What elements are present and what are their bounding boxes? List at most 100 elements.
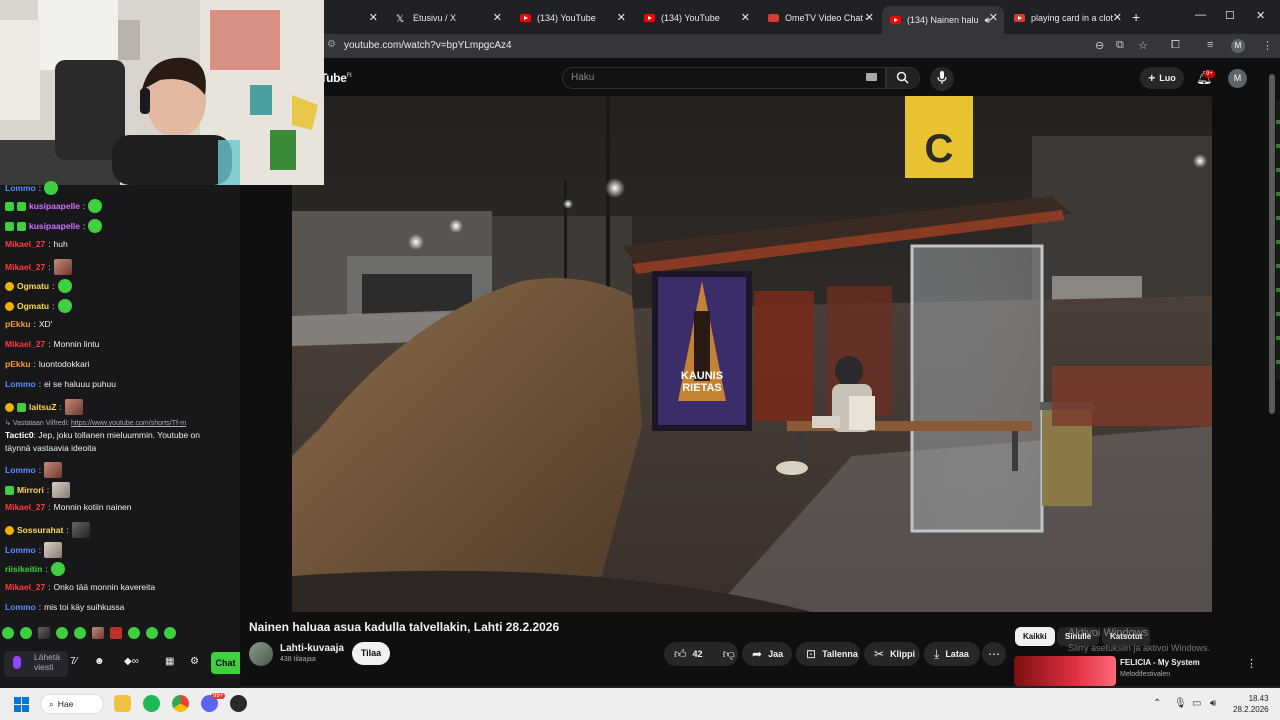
chat-username[interactable]: Mikael_27 xyxy=(5,502,45,512)
close-window-icon[interactable]: ✕ xyxy=(1256,9,1265,22)
download-button[interactable]: ⤓ Lataa xyxy=(924,642,980,666)
emote-icon[interactable] xyxy=(56,627,68,639)
channel-avatar[interactable] xyxy=(249,642,273,666)
emote-icon[interactable] xyxy=(128,627,140,639)
bits-icon[interactable]: ◆∞ xyxy=(124,656,139,667)
tab-close-icon[interactable]: ✕ xyxy=(1113,11,1122,24)
url-field[interactable]: youtube.com/watch?v=bpYLmpgcAz4 xyxy=(344,40,512,51)
chat-username[interactable]: Lommo xyxy=(5,379,36,389)
like-count[interactable]: 42 xyxy=(693,649,703,659)
chat-emote-icon[interactable] xyxy=(44,181,59,195)
chat-emote-icon[interactable] xyxy=(88,199,103,213)
chat-username[interactable]: Tactic0 xyxy=(5,430,34,440)
youtube-account-avatar[interactable]: M xyxy=(1228,69,1247,88)
chat-emote-icon[interactable] xyxy=(53,259,72,275)
chat-username[interactable]: laitsuZ xyxy=(29,402,56,412)
tab-close-icon[interactable]: ✕ xyxy=(369,11,378,24)
tab-6[interactable]: playing card in a clot ✕ xyxy=(1006,6,1128,30)
keyboard-icon[interactable] xyxy=(866,73,877,81)
recommendation-title[interactable]: FELICIA - My System xyxy=(1120,658,1200,667)
tab-1[interactable]: 𝕏 Etusivu / X ✕ xyxy=(388,6,508,30)
chat-username[interactable]: Sossurahat xyxy=(17,525,63,535)
chat-badge-icon[interactable] xyxy=(5,281,14,291)
channel-name[interactable]: Lahti-kuvaaja xyxy=(280,643,344,654)
zoom-icon[interactable]: ⊖ xyxy=(1095,39,1104,52)
taskbar-search[interactable]: ⌕ Hae xyxy=(40,694,104,714)
chat-username[interactable]: Lommo xyxy=(5,465,36,475)
chat-username[interactable]: kusipaapelle xyxy=(29,221,80,231)
create-button[interactable]: + Luo xyxy=(1140,67,1184,89)
chat-username[interactable]: Lommo xyxy=(5,602,36,612)
chat-badge-icon[interactable] xyxy=(17,201,26,211)
chat-badge-icon[interactable] xyxy=(5,485,14,495)
search-box[interactable] xyxy=(562,67,886,89)
tab-close-icon[interactable]: ✕ xyxy=(741,11,750,24)
browser-profile-avatar[interactable]: M xyxy=(1231,39,1245,53)
new-tab-icon[interactable]: + xyxy=(1132,9,1140,25)
chat-emote-icon[interactable] xyxy=(57,279,72,293)
tab-0[interactable]: ✕ xyxy=(324,6,384,30)
chat-badge-icon[interactable] xyxy=(5,221,14,231)
chat-username[interactable]: Mikael_27 xyxy=(5,239,45,249)
chat-badge-icon[interactable] xyxy=(17,402,26,412)
emote-icon[interactable] xyxy=(2,627,14,639)
chat-badge-icon[interactable] xyxy=(5,201,14,211)
chip-all[interactable]: Kaikki xyxy=(1015,627,1055,646)
chat-emote-icon[interactable] xyxy=(52,482,71,498)
thumbs-up-icon[interactable]: 👍︎ xyxy=(674,647,687,662)
tray-volume-icon[interactable]: 🔊︎ xyxy=(1210,698,1216,709)
scrollbar-thumb[interactable] xyxy=(1269,74,1275,414)
chat-settings-gear-icon[interactable]: ⚙ xyxy=(190,656,199,667)
chat-emote-icon[interactable] xyxy=(44,542,63,558)
emote-icon[interactable] xyxy=(110,627,122,639)
store-icon[interactable]: ▦ xyxy=(165,656,174,667)
chat-username[interactable]: Mikael_27 xyxy=(5,339,45,349)
chat-commands-icon[interactable]: 7⁄ xyxy=(70,656,77,667)
chat-username[interactable]: Mirrori xyxy=(17,485,44,495)
site-info-icon[interactable]: ⚙︎ xyxy=(327,39,336,50)
thumbs-down-icon[interactable]: 👎︎ xyxy=(723,647,735,662)
chat-badge-icon[interactable] xyxy=(5,525,14,535)
obs-icon[interactable] xyxy=(230,695,247,712)
chat-emote-icon[interactable] xyxy=(64,399,83,415)
emote-icon[interactable] xyxy=(146,627,158,639)
chat-mic-icon[interactable] xyxy=(13,656,21,669)
maximize-icon[interactable]: ☐ xyxy=(1225,9,1235,22)
tray-mic-icon[interactable]: 🎙︎ xyxy=(1174,698,1187,709)
recommendation-more-icon[interactable]: ⋮ xyxy=(1246,657,1257,670)
emote-icon[interactable] xyxy=(20,627,32,639)
chat-emote-icon[interactable] xyxy=(50,562,65,576)
chat-username[interactable]: Lommo xyxy=(5,183,36,193)
tray-chevron-icon[interactable]: ⌃ xyxy=(1153,698,1161,709)
media-controls-icon[interactable]: ≡ xyxy=(1207,39,1213,51)
chat-badge-icon[interactable] xyxy=(17,221,26,231)
chat-username[interactable]: Ogmatu xyxy=(17,281,49,291)
more-actions-button[interactable]: ⋯ xyxy=(982,642,1006,666)
tab-close-icon[interactable]: ✕ xyxy=(617,11,626,24)
share-button[interactable]: ➦ Jaa xyxy=(742,642,792,666)
clip-button[interactable]: ✂ Klippi xyxy=(864,642,920,666)
chat-send-button[interactable]: Chat xyxy=(211,652,240,674)
chat-emote-icon[interactable] xyxy=(44,462,63,478)
chat-emote-icon[interactable] xyxy=(57,299,72,313)
chat-username[interactable]: pEkku xyxy=(5,319,31,329)
recommendation-thumbnail[interactable] xyxy=(1014,656,1116,686)
install-icon[interactable]: ⧉ xyxy=(1116,39,1124,52)
chat-emote-icon[interactable] xyxy=(88,219,103,233)
chat-username[interactable]: pEkku xyxy=(5,359,31,369)
bookmark-star-icon[interactable]: ☆ xyxy=(1138,39,1148,52)
emote-icon[interactable] xyxy=(164,627,176,639)
tab-3[interactable]: (134) YouTube ✕ xyxy=(636,6,756,30)
spotify-icon[interactable] xyxy=(143,695,160,712)
tab-4[interactable]: OmeTV Video Chat - ✕ xyxy=(760,6,880,30)
chat-badge-icon[interactable] xyxy=(5,301,14,311)
chat-emote-icon[interactable] xyxy=(71,522,90,538)
tab-2[interactable]: (134) YouTube ✕ xyxy=(512,6,632,30)
chat-username[interactable]: kusipaapelle xyxy=(29,201,80,211)
emote-icon[interactable] xyxy=(38,627,50,639)
emote-icon[interactable] xyxy=(74,627,86,639)
windows-start-icon[interactable] xyxy=(14,697,29,712)
chat-username[interactable]: Ogmatu xyxy=(17,301,49,311)
tab-close-icon[interactable]: ✕ xyxy=(865,11,874,24)
chrome-icon[interactable] xyxy=(172,695,189,712)
